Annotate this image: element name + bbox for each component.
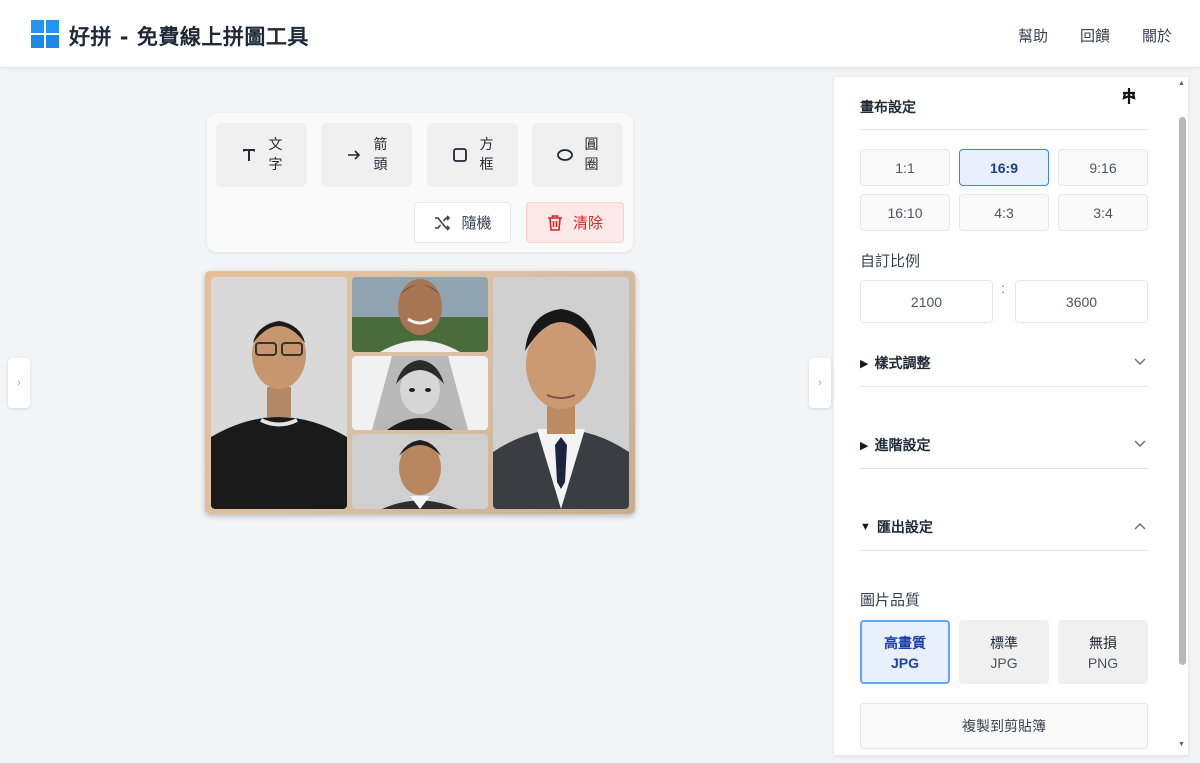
chevron-right-icon: ›	[818, 377, 822, 389]
photo-slot[interactable]	[352, 356, 488, 430]
quality-standard-format: JPG	[990, 655, 1018, 671]
drawing-toolbar: 文字 箭頭 方框 圓圈 隨機 清除	[207, 113, 633, 252]
divider	[860, 550, 1148, 551]
export-title: 匯出設定	[876, 520, 933, 536]
chevron-down-icon	[1134, 440, 1146, 448]
caret-right-icon: ▶	[860, 357, 869, 370]
left-panel-toggle[interactable]: ›	[8, 358, 30, 408]
photo-slot[interactable]	[493, 277, 629, 509]
portrait-photo	[211, 277, 347, 509]
ratio-16-9-button[interactable]: 16:9	[959, 149, 1049, 186]
export-section-toggle[interactable]: ▼ 匯出設定	[860, 512, 1148, 542]
image-quality-label: 圖片品質	[860, 591, 921, 609]
scroll-thumb[interactable]	[1179, 117, 1186, 665]
quality-high-button[interactable]: 高畫質 JPG	[860, 620, 950, 684]
canvas-settings-title: 畫布設定	[860, 100, 916, 116]
portrait-photo	[352, 277, 488, 352]
ratio-4-3-button[interactable]: 4:3	[959, 194, 1049, 231]
scroll-down-icon[interactable]: ▼	[1178, 741, 1185, 748]
clear-label: 清除	[572, 214, 603, 232]
divider	[860, 129, 1148, 130]
chevron-down-icon	[1134, 358, 1146, 366]
quality-high-label: 高畫質	[884, 636, 926, 652]
quality-standard-label: 標準	[990, 636, 1018, 652]
ratio-16-10-button[interactable]: 16:10	[860, 194, 950, 231]
caret-down-icon: ▼	[860, 521, 871, 533]
ratio-3-4-button[interactable]: 3:4	[1058, 194, 1148, 231]
nav-help-link[interactable]: 幫助	[1018, 25, 1048, 46]
illustration-photo	[352, 356, 488, 430]
pin-icon[interactable]	[1120, 87, 1138, 105]
square-icon	[451, 146, 469, 164]
text-tool-button[interactable]: 文字	[216, 123, 307, 187]
clear-button[interactable]: 清除	[526, 202, 624, 243]
divider	[860, 468, 1148, 469]
app-header: 好拼 - 免費線上拼圖工具 幫助 回饋 關於	[0, 0, 1200, 68]
random-button[interactable]: 隨機	[414, 202, 511, 243]
collage-canvas[interactable]	[205, 271, 635, 514]
advanced-title: 進階設定	[874, 438, 931, 454]
chevron-right-icon: ›	[17, 377, 21, 389]
app-title: 好拼 - 免費線上拼圖工具	[69, 25, 309, 49]
arrow-tool-button[interactable]: 箭頭	[321, 123, 412, 187]
divider	[860, 386, 1148, 387]
settings-panel: 畫布設定 1:1 16:9 9:16 16:10 4:3 3:4 自訂比例 : …	[834, 77, 1188, 755]
arrow-tool-label: 箭頭	[373, 137, 388, 173]
custom-ratio-width-input[interactable]	[860, 280, 993, 323]
custom-ratio-label: 自訂比例	[860, 252, 921, 270]
style-adjust-title: 樣式調整	[874, 356, 931, 372]
chevron-up-icon	[1134, 522, 1146, 530]
text-icon	[240, 146, 258, 164]
portrait-photo	[493, 277, 629, 509]
trash-icon	[547, 214, 562, 231]
panel-scrollbar[interactable]: ▲ ▼	[1176, 77, 1188, 755]
circle-tool-button[interactable]: 圓圈	[532, 123, 623, 187]
advanced-section-toggle[interactable]: ▶ 進階設定	[860, 430, 1148, 460]
photo-slot[interactable]	[352, 434, 488, 509]
circle-tool-label: 圓圈	[584, 137, 599, 173]
arrow-icon	[345, 146, 363, 164]
style-adjust-section-toggle[interactable]: ▶ 樣式調整	[860, 348, 1148, 378]
shuffle-icon	[435, 214, 451, 231]
quality-high-format: JPG	[890, 655, 919, 671]
scroll-up-icon[interactable]: ▲	[1178, 80, 1185, 87]
grid-layout-icon	[31, 20, 59, 48]
box-tool-button[interactable]: 方框	[427, 123, 518, 187]
ratio-1-1-button[interactable]: 1:1	[860, 149, 950, 186]
random-label: 隨機	[461, 214, 492, 232]
box-tool-label: 方框	[479, 137, 494, 173]
ellipse-icon	[556, 146, 574, 164]
copy-to-clipboard-button[interactable]: 複製到剪貼簿	[860, 703, 1148, 749]
nav-about-link[interactable]: 關於	[1142, 25, 1172, 46]
quality-lossless-label: 無損	[1089, 636, 1117, 652]
photo-slot[interactable]	[211, 277, 347, 509]
ratio-9-16-button[interactable]: 9:16	[1058, 149, 1148, 186]
quality-lossless-format: PNG	[1087, 655, 1119, 671]
portrait-photo	[352, 434, 488, 509]
photo-slot[interactable]	[352, 277, 488, 352]
text-tool-label: 文字	[268, 137, 283, 173]
quality-standard-button[interactable]: 標準 JPG	[959, 620, 1049, 684]
right-panel-toggle[interactable]: ›	[809, 358, 831, 408]
top-nav: 幫助 回饋 關於	[1018, 25, 1172, 46]
caret-right-icon: ▶	[860, 439, 869, 452]
nav-feedback-link[interactable]: 回饋	[1080, 25, 1110, 46]
custom-ratio-height-input[interactable]	[1015, 280, 1148, 323]
quality-lossless-button[interactable]: 無損 PNG	[1058, 620, 1148, 684]
ratio-separator: :	[1001, 280, 1005, 296]
